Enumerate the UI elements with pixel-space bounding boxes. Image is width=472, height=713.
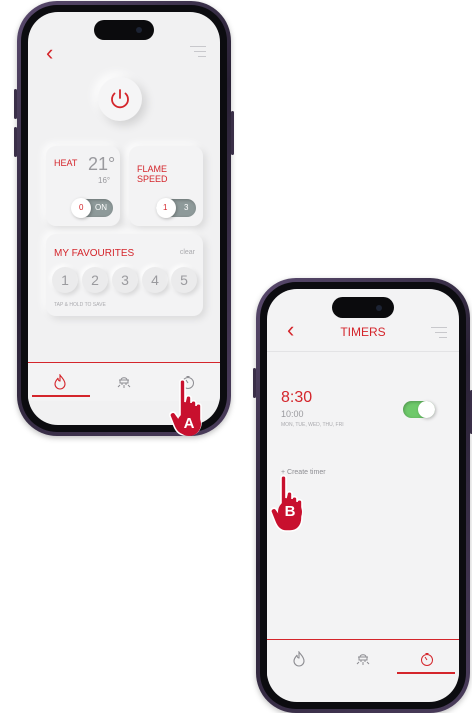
fireplace-icon — [117, 377, 131, 388]
tab-flame[interactable] — [267, 640, 331, 678]
tab-fireplace[interactable] — [331, 640, 395, 678]
flame-speed-high-label: 3 — [184, 203, 189, 212]
favourites-hint: TAP & HOLD TO SAVE — [54, 302, 106, 308]
dynamic-island — [94, 20, 154, 40]
tab-bar — [267, 639, 459, 678]
header-divider — [267, 351, 459, 352]
timer-entry[interactable]: 8:30 10:00 MON, TUE, WED, THU, FRI — [267, 389, 459, 437]
timer-end-time: 10:00 — [281, 409, 304, 419]
screen-a: ‹ HEAT 21° 16° 0 ON FLAME SPEED 1 3 MY F… — [28, 12, 220, 425]
menu-icon[interactable] — [190, 46, 206, 61]
speed-label: SPEED — [137, 174, 168, 184]
flame-label: FLAME — [137, 164, 168, 174]
favourite-slot-4[interactable]: 4 — [142, 267, 168, 293]
side-button — [14, 89, 17, 119]
flame-speed-toggle[interactable]: 1 3 — [156, 198, 196, 218]
favourite-slot-2[interactable]: 2 — [82, 267, 108, 293]
heat-target-temperature: 16° — [98, 176, 111, 185]
clear-button[interactable]: clear — [180, 249, 195, 256]
active-tab-indicator — [397, 672, 455, 674]
heat-toggle[interactable]: 0 ON — [71, 198, 113, 218]
active-tab-indicator — [32, 395, 90, 397]
heat-temperature: 21° — [88, 154, 116, 174]
favourite-slot-1[interactable]: 1 — [52, 267, 78, 293]
tab-fireplace[interactable] — [92, 363, 156, 401]
heat-card[interactable]: HEAT 21° 16° 0 ON — [46, 146, 120, 226]
marker-b: B — [278, 500, 302, 524]
timer-icon — [420, 653, 433, 666]
favourites-title: MY FAVOURITES — [54, 248, 135, 259]
flame-icon — [54, 374, 66, 390]
favourite-slot-3[interactable]: 3 — [112, 267, 138, 293]
dynamic-island — [332, 297, 394, 318]
timer-days: MON, TUE, WED, THU, FRI — [281, 422, 344, 428]
heat-toggle-on-label: ON — [95, 203, 107, 212]
phone-frame-a: ‹ HEAT 21° 16° 0 ON FLAME SPEED 1 3 MY F… — [14, 1, 234, 436]
side-button — [253, 368, 256, 398]
timer-start-time: 8:30 — [281, 389, 313, 406]
favourite-slot-5[interactable]: 5 — [171, 267, 197, 293]
side-button — [231, 111, 234, 155]
back-button[interactable]: ‹ — [46, 42, 53, 64]
marker-a: A — [177, 412, 201, 436]
timer-enable-toggle[interactable] — [403, 401, 435, 418]
menu-icon[interactable] — [431, 327, 447, 342]
flame-icon — [293, 651, 305, 667]
power-icon — [111, 89, 129, 109]
flame-speed-low-label: 1 — [163, 203, 168, 212]
heat-label: HEAT — [54, 158, 78, 168]
favourites-card: MY FAVOURITES clear 1 2 3 4 5 TAP & HOLD… — [46, 234, 203, 316]
fireplace-icon — [356, 654, 370, 665]
flame-speed-card[interactable]: FLAME SPEED 1 3 — [129, 146, 203, 226]
heat-toggle-off-label: 0 — [79, 203, 84, 212]
power-button[interactable] — [98, 77, 142, 121]
side-button — [14, 127, 17, 157]
